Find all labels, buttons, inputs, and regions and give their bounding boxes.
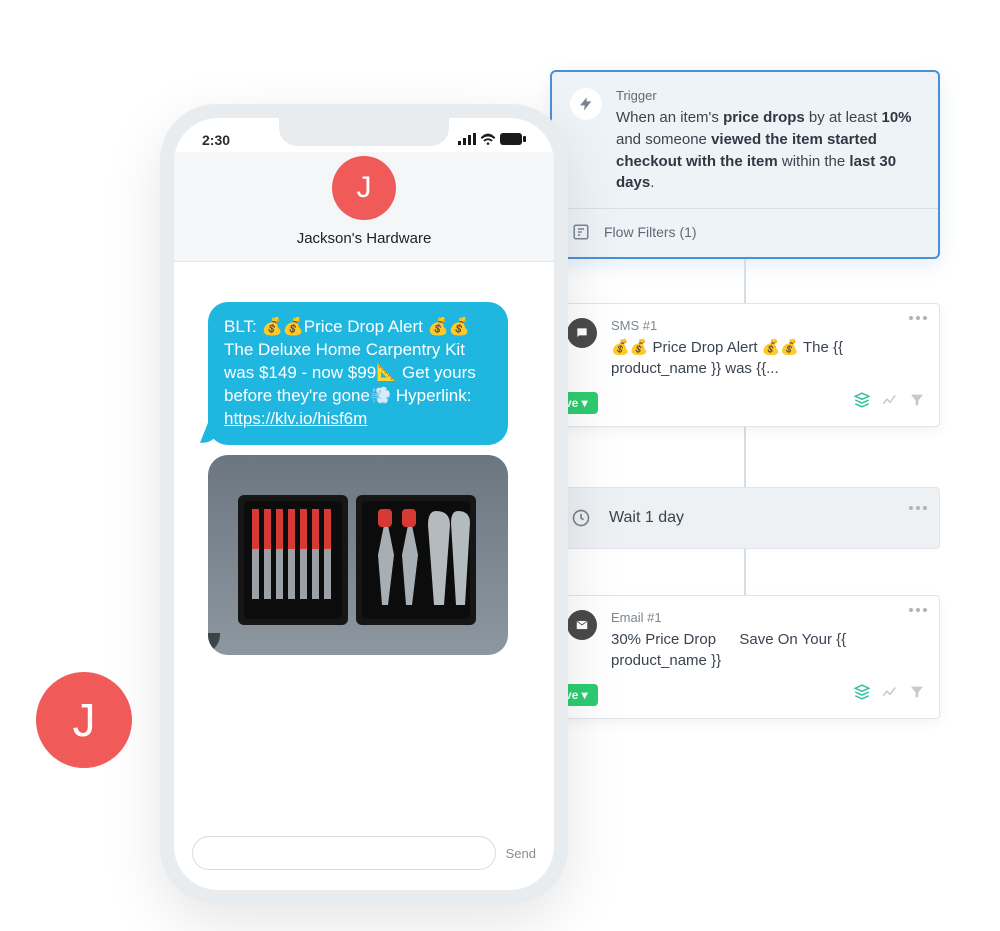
funnel-icon[interactable] (909, 684, 925, 705)
phone-mockup: 2:30 J Jackson's Hardware BLT: 💰💰Price D… (160, 104, 568, 904)
email-card-label: Email #1 (611, 610, 923, 625)
wait-text: Wait 1 day (609, 509, 684, 527)
clock-icon (567, 504, 595, 532)
sms-card-text: 💰💰 Price Drop Alert 💰💰 The {{ product_na… (611, 337, 923, 379)
sms-card-label: SMS #1 (611, 318, 923, 333)
contact-name: Jackson's Hardware (297, 230, 432, 247)
phone-screen: 2:30 J Jackson's Hardware BLT: 💰💰Price D… (174, 118, 554, 890)
contact-avatar: J (332, 156, 396, 220)
wifi-icon (480, 132, 496, 148)
contact-header: J Jackson's Hardware (174, 152, 554, 262)
trigger-card[interactable]: Trigger When an item's price drops by at… (550, 70, 940, 259)
sms-step-card[interactable]: SMS #1 💰💰 Price Drop Alert 💰💰 The {{ pro… (550, 303, 940, 427)
email-step-card[interactable]: Email #1 30% Price Drop Save On Your {{ … (550, 595, 940, 719)
messages-list: BLT: 💰💰Price Drop Alert 💰💰 The Deluxe Ho… (174, 262, 554, 822)
status-time: 2:30 (202, 132, 230, 148)
sms-link[interactable]: https://klv.io/hisf6m (224, 409, 367, 428)
smart-send-icon[interactable] (853, 391, 871, 414)
connector (744, 427, 746, 487)
funnel-icon[interactable] (909, 392, 925, 413)
sms-text: BLT: 💰💰Price Drop Alert 💰💰 The Deluxe Ho… (224, 317, 476, 405)
send-button[interactable]: Send (506, 846, 536, 861)
toolkit-product-image (208, 455, 508, 655)
phone-input-bar: Send (174, 822, 554, 890)
flow-panel: Trigger When an item's price drops by at… (550, 70, 940, 719)
analytics-icon[interactable] (881, 683, 899, 706)
sms-icon (567, 318, 597, 348)
flow-filters-label: Flow Filters (1) (604, 224, 697, 240)
signal-icon (458, 132, 476, 148)
mms-image-bubble (208, 455, 508, 655)
more-icon[interactable] (909, 608, 927, 612)
trigger-description: When an item's price drops by at least 1… (616, 107, 920, 194)
flow-filters-row[interactable]: Flow Filters (1) (552, 208, 938, 243)
message-input[interactable] (192, 836, 496, 870)
email-icon (567, 610, 597, 640)
floating-avatar: J (36, 672, 132, 768)
wait-step-card[interactable]: Wait 1 day (550, 487, 940, 549)
more-icon[interactable] (909, 316, 927, 320)
smart-send-icon[interactable] (853, 683, 871, 706)
trigger-label: Trigger (616, 88, 920, 103)
email-card-text: 30% Price Drop Save On Your {{ product_n… (611, 629, 923, 671)
connector (744, 259, 746, 303)
more-icon[interactable] (909, 506, 927, 510)
analytics-icon[interactable] (881, 391, 899, 414)
connector (744, 549, 746, 595)
filter-settings-icon (570, 221, 592, 243)
sms-bubble: BLT: 💰💰Price Drop Alert 💰💰 The Deluxe Ho… (208, 302, 508, 445)
phone-notch (279, 118, 449, 146)
bolt-icon (570, 88, 602, 120)
battery-icon (500, 132, 526, 148)
